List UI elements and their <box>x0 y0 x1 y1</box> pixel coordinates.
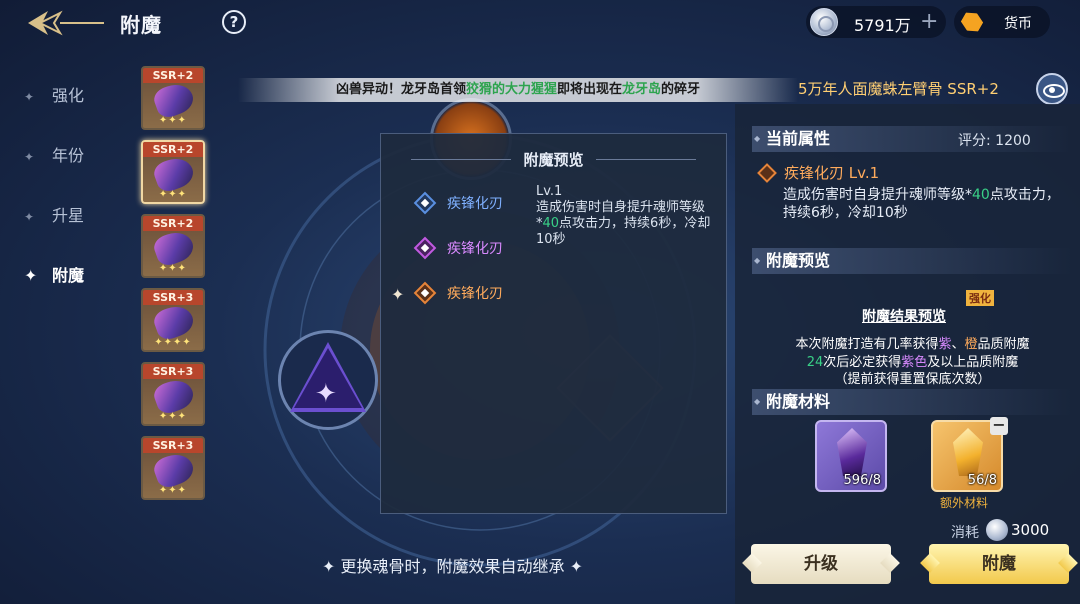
gold-crystal-icon <box>953 428 983 476</box>
popup-title: 附魔预览 <box>381 149 726 170</box>
soul-bone-slot[interactable]: SSR+3 ✦✦✦ <box>141 362 205 426</box>
desc-number: 40 <box>542 216 560 231</box>
line-text: 、 <box>951 337 965 352</box>
option-description: 造成伤害时自身提升魂师等级*40点攻击力，持续6秒，冷却10秒 <box>536 200 716 248</box>
material-count: 56/8 <box>967 473 997 488</box>
extra-material-label: 额外材料 <box>940 496 989 510</box>
soul-coin-icon <box>986 519 1008 541</box>
slot-stars: ✦✦✦ <box>158 189 188 200</box>
banner-location: 龙牙岛 <box>622 82 662 97</box>
enchant-preview-popup: 附魔预览 疾锋化刃 疾锋化刃 疾锋化刃 ✦ Lv.1 造成伤害时自身提升魂师等级… <box>380 133 727 514</box>
orange-quality: 橙 <box>964 337 978 352</box>
purple-diamond-icon <box>413 236 437 260</box>
option-label: 疾锋化刃 <box>447 241 503 257</box>
option-label: 疾锋化刃 <box>447 196 503 212</box>
slot-grade: SSR+2 <box>143 216 203 231</box>
top-bar: 附魔 ? 5791万 + 货币 <box>0 0 1080 48</box>
enchant-screen: ✦ 附魔 ? 5791万 + 货币 ✦ 强化 ✦ 年份 ✦ 升星 ✦ 附魔 SSR+2 ✦… <box>0 0 1080 604</box>
current-attr-description: 造成伤害时自身提升魂师等级*40点攻击力，持续6秒，冷却10秒 <box>783 186 1073 222</box>
inherit-hint: ✦ 更换魂骨时，附魔效果自动继承 ✦ <box>322 557 583 576</box>
back-arrow-icon[interactable] <box>26 8 106 38</box>
score: 评分: 1200 <box>958 133 1031 149</box>
desc-text: 造成伤害时自身提升魂师等级* <box>783 187 972 203</box>
tab-label: 强化 <box>52 86 85 105</box>
cost-label: 消耗 <box>951 525 979 541</box>
upgrade-button[interactable]: 升级 <box>751 544 891 584</box>
slot-grade: SSR+2 <box>143 142 203 157</box>
tab-label: 升星 <box>52 206 85 225</box>
coin-amount: 5791万 <box>854 16 911 35</box>
selected-item-name: 5万年人面魔蛛左臂骨 SSR+2 <box>798 80 999 98</box>
currency-label: 货币 <box>1004 16 1032 32</box>
line-text: 品质附魔 <box>977 337 1030 352</box>
sparkle-icon: ✦ <box>315 379 337 409</box>
enchant-button[interactable]: 附魔 <box>929 544 1069 584</box>
banner-text: 即将出现在 <box>556 82 622 97</box>
tab-label: 年份 <box>52 146 85 165</box>
purple-quality: 紫 <box>938 337 952 352</box>
currency-button[interactable]: 货币 <box>954 6 1050 38</box>
help-icon[interactable]: ? <box>222 10 246 34</box>
banner-text: 的 <box>661 82 675 97</box>
soul-bone-slot[interactable]: SSR+3 ✦✦✦✦ <box>141 288 205 352</box>
purple-crystal-icon <box>837 428 867 476</box>
tab-label: 附魔 <box>52 266 85 285</box>
option-level: Lv.1 <box>536 184 563 199</box>
banner-text: 凶兽异动！龙牙岛首领 <box>335 82 466 97</box>
slot-grade: SSR+3 <box>143 364 203 379</box>
slot-stars: ✦✦✦ <box>158 411 188 422</box>
slot-stars: ✦✦✦ <box>158 263 188 274</box>
desc-text: 点攻击力，持续6秒，冷却10秒 <box>536 216 711 247</box>
announcement-banner: 凶兽异动！龙牙岛首领狡猾的大力猩猩即将出现在龙牙岛的碎牙 <box>238 78 798 102</box>
page-title: 附魔 <box>120 13 162 37</box>
tab-star-icon: ✦ <box>24 90 35 104</box>
slot-grade: SSR+3 <box>143 438 203 453</box>
slot-stars: ✦✦✦ <box>158 485 188 496</box>
preview-line-1: 本次附魔打造有几率获得紫、橙品质附魔 <box>745 333 1080 352</box>
material-slot-crystal[interactable]: 596/8 <box>815 420 887 492</box>
line-text: 本次附魔打造有几率获得 <box>795 337 939 352</box>
slot-stars: ✦✦✦ <box>158 115 188 126</box>
add-coins-icon[interactable]: + <box>920 9 938 34</box>
soul-bone-slot[interactable]: SSR+3 ✦✦✦ <box>141 436 205 500</box>
selection-pointer-icon: ✦ <box>391 285 405 304</box>
materials-heading: 附魔材料 <box>752 389 1072 415</box>
tab-years[interactable]: ✦ 年份 <box>24 142 84 166</box>
tab-star-icon: ✦ <box>24 266 38 285</box>
remove-material-button[interactable]: − <box>990 417 1008 435</box>
current-attr-name: 疾锋化刃 Lv.1 <box>784 164 880 182</box>
eye-icon[interactable] <box>1036 73 1068 105</box>
material-count: 596/8 <box>843 473 881 488</box>
enhance-tag: 强化 <box>966 290 994 306</box>
blue-diamond-icon <box>413 191 437 215</box>
orange-diamond-icon <box>413 281 437 305</box>
purple-rune-slot[interactable]: ✦ <box>278 330 378 430</box>
tab-enchant[interactable]: ✦ 附魔 <box>24 262 84 286</box>
tab-star-icon: ✦ <box>24 150 35 164</box>
tab-star-up[interactable]: ✦ 升星 <box>24 202 84 226</box>
slot-grade: SSR+2 <box>143 68 203 83</box>
tab-strengthen[interactable]: ✦ 强化 <box>24 82 84 106</box>
soul-coin-icon <box>810 8 838 36</box>
result-preview-title[interactable]: 附魔结果预览 <box>862 306 946 326</box>
banner-boss-name: 狡猾的大力猩猩 <box>465 82 557 97</box>
preview-line-3: （提前获得重置保底次数） <box>834 372 991 387</box>
preview-heading: 附魔预览 <box>752 248 1072 274</box>
soul-bone-slot[interactable]: SSR+2 ✦✦✦ <box>141 214 205 278</box>
slot-grade: SSR+3 <box>143 290 203 305</box>
tab-star-icon: ✦ <box>24 210 35 224</box>
cost-amount: 3000 <box>1011 521 1050 539</box>
soul-bone-slot[interactable]: SSR+2 ✦✦✦ <box>141 140 205 204</box>
gem-icon <box>958 8 985 35</box>
coin-balance: 5791万 + <box>806 6 946 38</box>
option-label: 疾锋化刃 <box>447 286 503 302</box>
desc-number: 40 <box>972 187 990 203</box>
slot-stars: ✦✦✦✦ <box>154 337 192 348</box>
banner-text: 碎牙 <box>674 82 701 97</box>
soul-bone-slot[interactable]: SSR+2 ✦✦✦ <box>141 66 205 130</box>
